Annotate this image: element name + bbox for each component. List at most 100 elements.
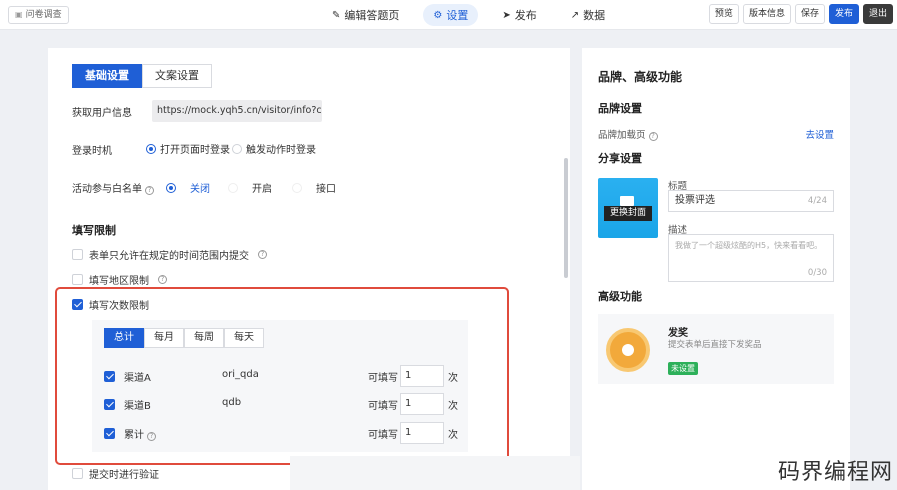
save-button[interactable]: 保存 <box>794 4 825 24</box>
radio-whitelist-api[interactable]: 接口 <box>292 180 336 195</box>
can-fill-label: 可填写 <box>368 373 398 384</box>
unit-label: 次 <box>448 401 458 412</box>
tab-total[interactable]: 总计 <box>104 328 144 348</box>
title-value: 投票评选 <box>675 195 715 206</box>
channel-name: 渠道A <box>124 373 151 384</box>
envelope-icon <box>620 196 634 206</box>
check-time-range[interactable]: 表单只允许在规定的时间范围内提交? <box>72 247 267 262</box>
count-limit-panel: 总计 每月 每周 每天 渠道A ori_qda 可填写 1 次 渠道B qdb … <box>92 320 468 452</box>
channel-code: qdb <box>222 397 242 408</box>
preview-button[interactable]: 预览 <box>708 4 739 24</box>
radio-label: 开启 <box>252 184 272 195</box>
nav-settings[interactable]: ⚙ 设置 <box>423 4 479 26</box>
limit-count-input[interactable]: 1 <box>400 393 444 415</box>
checkbox-checked-icon[interactable] <box>104 371 115 382</box>
total-label: 累计 <box>124 430 144 441</box>
main-nav: ✎ 编辑答题页 ⚙ 设置 ➤ 发布 ↗ 数据 <box>322 4 615 26</box>
publish-button[interactable]: 发布 <box>828 4 859 24</box>
limit-count-input[interactable]: 1 <box>400 422 444 444</box>
whitelist-label-text: 活动参与白名单 <box>72 184 142 195</box>
gear-icon: ⚙ <box>433 9 443 21</box>
radio-login-on-action[interactable]: 触发动作时登录 <box>232 141 316 156</box>
status-badge: 未设置 <box>668 362 698 375</box>
share-settings-title: 分享设置 <box>598 152 642 165</box>
nav-data-label: 数据 <box>583 9 606 22</box>
brand-advanced-panel: 品牌、高级功能 品牌设置 品牌加载页? 去设置 分享设置 更换封面 标题 投票评… <box>582 48 850 490</box>
limit-row-channel-b: 渠道B qdb 可填写 1 次 <box>104 393 464 415</box>
radio-dot-icon <box>146 143 156 154</box>
help-icon[interactable]: ? <box>648 132 658 141</box>
user-info-url-field[interactable]: https://mock.yqh5.cn/visitor/info?cnar <box>152 100 322 122</box>
chart-icon: ↗ <box>570 9 580 21</box>
brand-settings-title: 品牌设置 <box>598 102 642 115</box>
tab-daily[interactable]: 每天 <box>224 328 264 348</box>
total-name: 累计? <box>124 426 156 441</box>
nav-edit-label: 编辑答题页 <box>344 9 400 22</box>
check-label: 提交时进行验证 <box>89 470 159 481</box>
help-icon[interactable]: ? <box>158 275 167 284</box>
title-count: 4/24 <box>807 196 827 206</box>
nav-publish[interactable]: ➤ 发布 <box>492 4 546 26</box>
award-name: 发奖 <box>668 328 688 339</box>
brand-load-text: 品牌加载页 <box>598 130 646 141</box>
radio-label: 关闭 <box>190 184 210 195</box>
radio-dot-icon <box>228 182 238 193</box>
share-desc-input[interactable]: 我做了一个超级炫酷的H5，快来看看吧。 0/30 <box>668 234 834 282</box>
desc-placeholder: 我做了一个超级炫酷的H5，快来看看吧。 <box>675 241 823 250</box>
radio-whitelist-on[interactable]: 开启 <box>228 180 272 195</box>
limit-row-total: 累计? 可填写 1 次 <box>104 422 464 444</box>
check-submit-verify[interactable]: 提交时进行验证 <box>72 466 159 481</box>
logo-icon: ▣ <box>15 10 23 19</box>
fill-limit-title: 填写限制 <box>72 224 116 237</box>
share-cover-image[interactable]: 更换封面 <box>598 178 658 238</box>
radio-label: 打开页面时登录 <box>160 145 230 156</box>
scrollbar[interactable] <box>564 158 568 278</box>
watermark: 码界编程网 <box>777 460 893 485</box>
radio-login-on-open[interactable]: 打开页面时登录 <box>146 141 230 156</box>
login-timing-label: 登录时机 <box>72 146 112 157</box>
settings-tabs: 基础设置 文案设置 <box>72 64 212 88</box>
radio-label: 触发动作时登录 <box>246 145 316 156</box>
tab-basic-settings[interactable]: 基础设置 <box>72 64 142 88</box>
advanced-title: 高级功能 <box>598 290 642 303</box>
check-region-limit[interactable]: 填写地区限制? <box>72 272 167 287</box>
limit-count-input[interactable]: 1 <box>400 365 444 387</box>
checkbox-checked-icon[interactable] <box>104 399 115 410</box>
user-info-label: 获取用户信息 <box>72 108 132 119</box>
help-icon[interactable]: ? <box>145 186 154 195</box>
limit-period-tabs: 总计 每月 每周 每天 <box>104 328 264 348</box>
app-logo-button[interactable]: ▣ 问卷调查 <box>8 6 69 24</box>
award-desc: 提交表单后直接下发奖品 <box>668 340 762 350</box>
radio-dot-icon <box>166 182 176 193</box>
tab-monthly[interactable]: 每月 <box>144 328 184 348</box>
tab-weekly[interactable]: 每周 <box>184 328 224 348</box>
bottom-area <box>290 456 580 490</box>
checkbox-icon <box>72 468 83 479</box>
checkbox-checked-icon[interactable] <box>104 428 115 439</box>
help-icon[interactable]: ? <box>147 432 156 441</box>
radio-whitelist-off[interactable]: 关闭 <box>166 180 210 195</box>
nav-edit-page[interactable]: ✎ 编辑答题页 <box>322 4 409 26</box>
check-label: 表单只允许在规定的时间范围内提交 <box>89 251 249 262</box>
change-cover-button[interactable]: 更换封面 <box>604 206 652 221</box>
can-fill-label: 可填写 <box>368 430 398 441</box>
share-title-input[interactable]: 投票评选 4/24 <box>668 190 834 212</box>
channel-code: ori_qda <box>222 369 259 380</box>
check-label: 填写地区限制 <box>89 276 149 287</box>
tab-copy-settings[interactable]: 文案设置 <box>142 64 212 88</box>
action-buttons: 预览 版本信息 保存 发布 退出 <box>708 4 893 24</box>
unit-label: 次 <box>448 373 458 384</box>
can-fill-label: 可填写 <box>368 401 398 412</box>
checkbox-icon <box>72 274 83 285</box>
channel-name: 渠道B <box>124 401 151 412</box>
nav-data[interactable]: ↗ 数据 <box>561 4 615 26</box>
exit-button[interactable]: 退出 <box>862 4 893 24</box>
radio-dot-icon <box>232 143 242 154</box>
edit-icon: ✎ <box>332 9 341 21</box>
send-icon: ➤ <box>502 9 511 21</box>
go-settings-link[interactable]: 去设置 <box>805 127 834 141</box>
help-icon[interactable]: ? <box>258 250 267 259</box>
award-card[interactable]: 发奖 提交表单后直接下发奖品 未设置 <box>598 314 834 384</box>
version-info-button[interactable]: 版本信息 <box>742 4 791 24</box>
top-bar: ▣ 问卷调查 ✎ 编辑答题页 ⚙ 设置 ➤ 发布 ↗ 数据 预览 版本信息 保存… <box>0 0 897 30</box>
